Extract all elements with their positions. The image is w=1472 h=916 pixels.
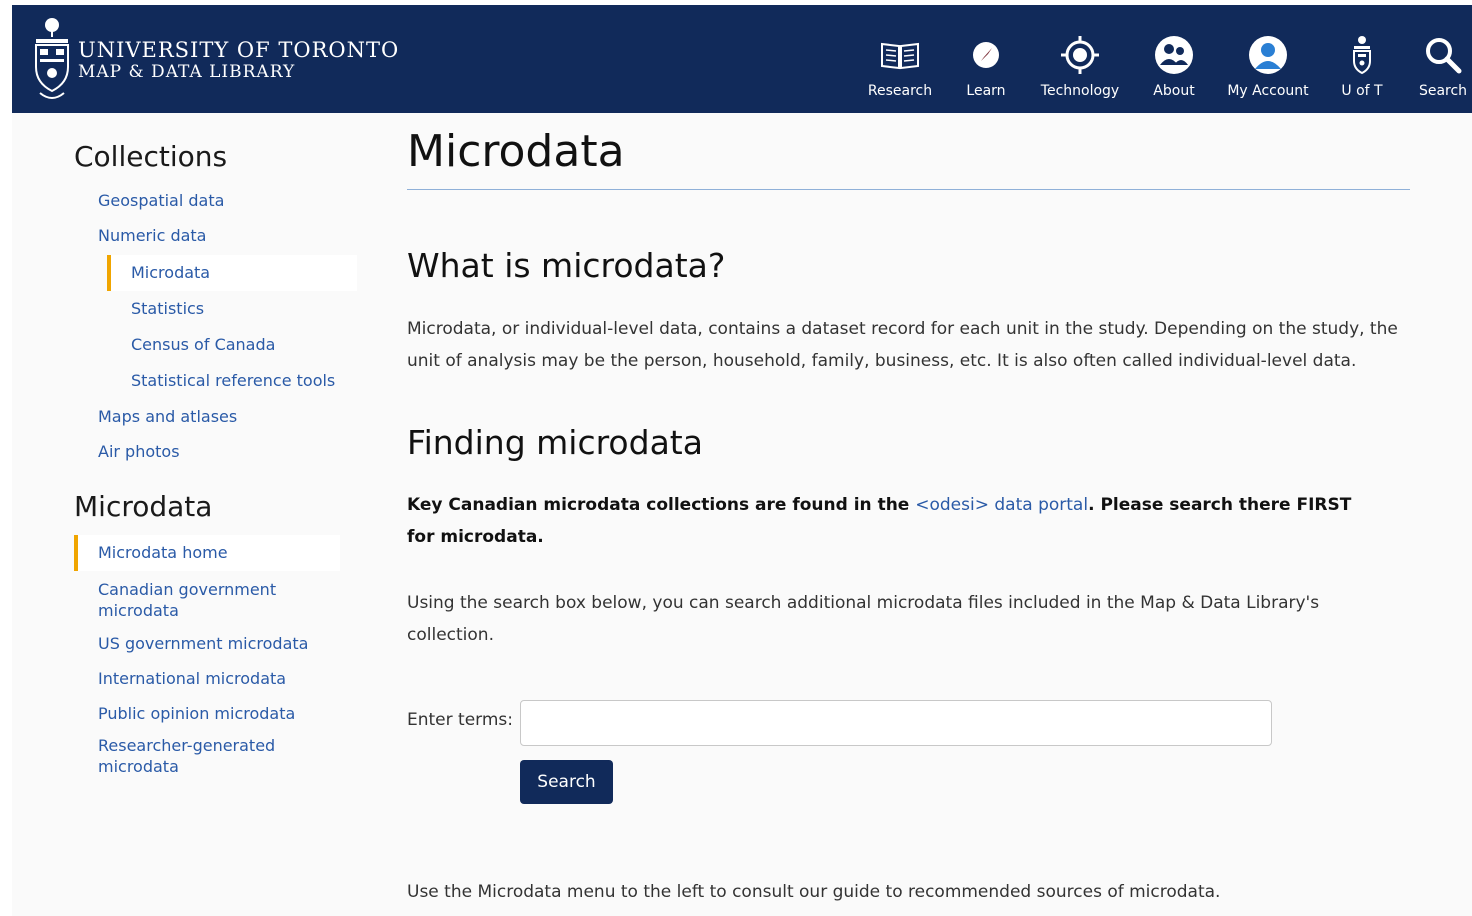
nav-learn-label: Learn [966, 83, 1006, 99]
sidebar-item-census-of-canada[interactable]: Census of Canada [74, 327, 374, 363]
what-is-microdata-paragraph: Microdata, or individual-level data, con… [407, 319, 1398, 371]
sidebar-item-canadian-government-microdata[interactable]: Canadian government microdata [74, 579, 304, 621]
nav-about-label: About [1153, 83, 1195, 99]
sidebar-item-air-photos[interactable]: Air photos [74, 434, 374, 469]
book-icon [878, 33, 922, 77]
user-icon [1246, 33, 1290, 77]
logo-university-name: UNIVERSITY OF TORONTO [78, 38, 400, 62]
university-crest-icon[interactable] [30, 13, 74, 103]
search-button[interactable]: Search [520, 760, 613, 804]
microdata-heading: Microdata [74, 490, 213, 523]
sidebar-item-statistics[interactable]: Statistics [74, 291, 374, 327]
sidebar: Collections Geospatial data Numeric data… [74, 140, 374, 777]
microdata-menu-note: Use the Microdata menu to the left to co… [407, 882, 1221, 902]
sidebar-item-maps-and-atlases[interactable]: Maps and atlases [74, 399, 374, 434]
odesi-data-portal-link[interactable]: <odesi> data portal [915, 495, 1088, 515]
collections-heading: Collections [74, 140, 228, 173]
nav-u-of-t[interactable]: U of T [1338, 33, 1386, 103]
nav-search-label: Search [1418, 83, 1468, 99]
nav-learn[interactable]: Learn [962, 33, 1010, 103]
nav-technology[interactable]: Technology [1038, 33, 1122, 103]
search-terms-input[interactable] [520, 700, 1272, 746]
nav-research[interactable]: Research [866, 33, 934, 103]
sidebar-item-numeric-data[interactable]: Numeric data [74, 218, 374, 253]
sidebar-item-researcher-generated-microdata[interactable]: Researcher-generated microdata [74, 735, 294, 777]
logo-library-name: MAP & DATA LIBRARY [78, 62, 296, 82]
sidebar-item-public-opinion-microdata[interactable]: Public opinion microdata [74, 696, 374, 731]
search-terms-label: Enter terms: [407, 710, 513, 730]
nav-research-label: Research [867, 83, 933, 99]
sidebar-item-microdata-home[interactable]: Microdata home [74, 535, 340, 571]
page-title: Microdata [407, 126, 625, 177]
key-collections-text-before: Key Canadian microdata collections are f… [407, 495, 916, 515]
title-divider [407, 189, 1410, 190]
crest-icon [1340, 33, 1384, 77]
page-frame: UNIVERSITY OF TORONTO MAP & DATA LIBRARY… [12, 5, 1472, 916]
sidebar-item-geospatial-data[interactable]: Geospatial data [74, 183, 374, 218]
gear-target-icon [1058, 33, 1102, 77]
nav-search[interactable]: Search [1416, 33, 1470, 103]
nav-my-account[interactable]: My Account [1225, 33, 1311, 103]
nav-about[interactable]: About [1148, 33, 1200, 103]
what-is-microdata-heading: What is microdata? [407, 246, 726, 285]
main-content: Microdata What is microdata? Microdata, … [407, 125, 1410, 902]
search-instructions-paragraph: Using the search box below, you can sear… [407, 593, 1320, 645]
library-logo-text[interactable]: UNIVERSITY OF TORONTO MAP & DATA LIBRARY [78, 39, 399, 83]
nav-my-account-label: My Account [1227, 83, 1309, 99]
sidebar-item-international-microdata[interactable]: International microdata [74, 661, 374, 696]
site-header: UNIVERSITY OF TORONTO MAP & DATA LIBRARY… [12, 5, 1472, 113]
sidebar-item-statistical-reference-tools[interactable]: Statistical reference tools [74, 363, 374, 399]
nav-u-of-t-label: U of T [1341, 83, 1383, 99]
people-icon [1152, 33, 1196, 77]
key-collections-paragraph: Key Canadian microdata collections are f… [407, 489, 1367, 553]
finding-microdata-heading: Finding microdata [407, 423, 703, 462]
compass-icon [964, 33, 1008, 77]
sidebar-item-microdata[interactable]: Microdata [107, 255, 357, 291]
nav-technology-label: Technology [1040, 83, 1120, 99]
search-icon [1421, 33, 1465, 77]
search-form: Enter terms: [407, 700, 1410, 746]
sidebar-item-us-government-microdata[interactable]: US government microdata [74, 626, 374, 661]
